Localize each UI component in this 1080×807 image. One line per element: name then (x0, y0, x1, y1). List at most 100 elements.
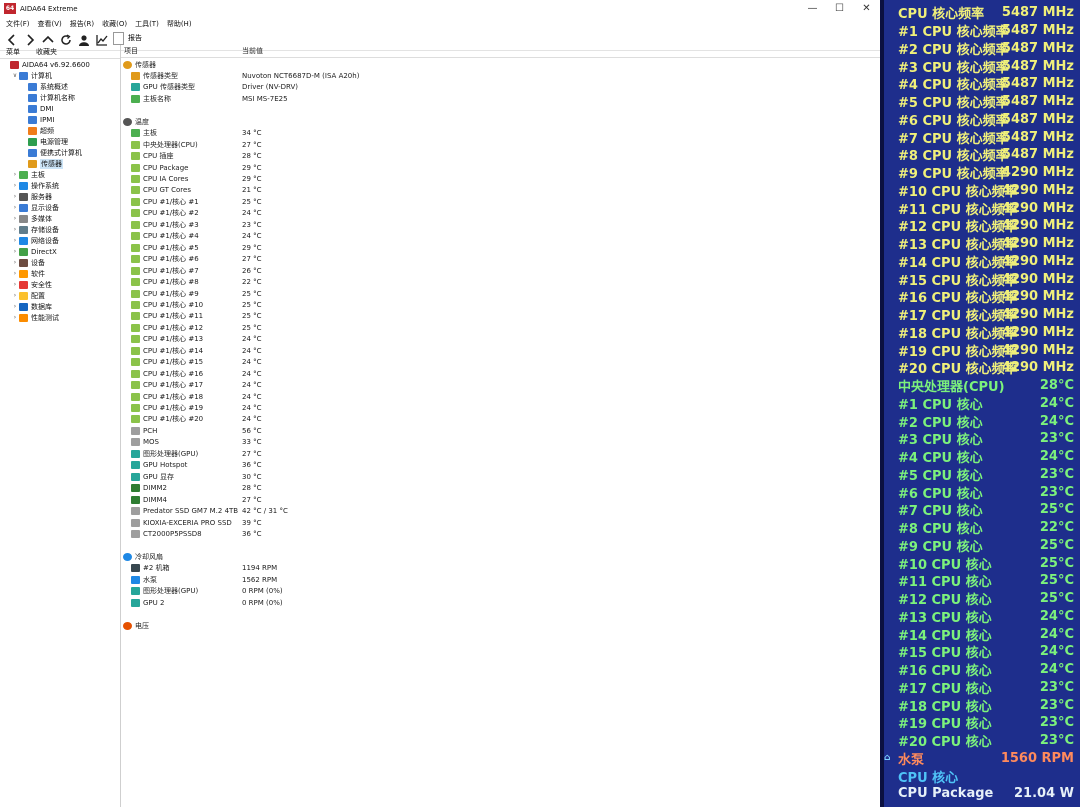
tree-item[interactable]: › 操作系统 (0, 180, 120, 191)
sensor-row[interactable]: CPU #1/核心 #19 24 °C (131, 403, 262, 414)
sensor-row[interactable]: GPU 显存 30 °C (131, 471, 262, 482)
sensor-row[interactable]: CT2000P5PSSD8 36 °C (131, 528, 262, 539)
chevron-right-icon[interactable]: › (11, 259, 19, 266)
sensor-value: 25 °C (242, 312, 262, 321)
tree-item[interactable]: IPMI (0, 114, 120, 125)
chevron-right-icon[interactable]: › (11, 314, 19, 321)
close-button[interactable]: ✕ (853, 0, 880, 17)
sensor-row[interactable]: DIMM2 28 °C (131, 483, 262, 494)
chevron-down-icon[interactable]: ∨ (11, 72, 19, 79)
sensor-row[interactable]: 传感器类型 Nuvoton NCT6687D-M (ISA A20h) (131, 70, 359, 81)
sensor-row[interactable]: CPU #1/核心 #16 24 °C (131, 368, 262, 379)
tree-item[interactable]: › 主板 (0, 169, 120, 180)
sensor-row[interactable]: CPU #1/核心 #1 25 °C (131, 196, 262, 207)
sensor-row[interactable]: DIMM4 27 °C (131, 494, 262, 505)
sensor-row[interactable]: 主板 34 °C (131, 128, 262, 139)
sensor-row[interactable]: #2 机箱 1194 RPM (131, 563, 277, 574)
sensor-row[interactable]: CPU #1/核心 #15 24 °C (131, 357, 262, 368)
maximize-button[interactable]: ☐ (826, 0, 853, 17)
sensor-row[interactable]: CPU #1/核心 #10 25 °C (131, 299, 262, 310)
sensor-row[interactable]: GPU 传感器类型 Driver (NV-DRV) (131, 82, 298, 93)
sensor-row[interactable]: MOS 33 °C (131, 437, 262, 448)
sensor-row[interactable]: CPU #1/核心 #13 24 °C (131, 334, 262, 345)
sensor-row[interactable]: 主板名称 MSI MS-7E25 (131, 93, 288, 104)
tree-item[interactable]: AIDA64 v6.92.6600 (0, 59, 120, 70)
sensor-row[interactable]: CPU #1/核心 #14 24 °C (131, 345, 262, 356)
column-current-value[interactable]: 当前值 (242, 46, 263, 56)
tree-item[interactable]: ∨ 计算机 (0, 70, 120, 81)
chevron-right-icon[interactable]: › (11, 182, 19, 189)
report-tab[interactable]: 报告 (113, 31, 142, 45)
chevron-right-icon[interactable]: › (11, 226, 19, 233)
tree-item[interactable]: › 安全性 (0, 279, 120, 290)
tree-item[interactable]: › 性能测试 (0, 312, 120, 323)
menu-item-4[interactable]: 工具(T) (135, 19, 159, 29)
sensor-row[interactable]: CPU #1/核心 #18 24 °C (131, 391, 262, 402)
menu-item-1[interactable]: 查看(V) (38, 19, 62, 29)
tree-item[interactable]: › 显示设备 (0, 202, 120, 213)
sensor-row[interactable]: CPU #1/核心 #3 23 °C (131, 219, 262, 230)
sensor-row[interactable]: CPU #1/核心 #5 29 °C (131, 242, 262, 253)
tab-menu[interactable]: 菜单 (6, 47, 20, 57)
tree-item[interactable]: › 网络设备 (0, 235, 120, 246)
sensor-row[interactable]: CPU GT Cores 21 °C (131, 185, 262, 196)
sensor-row[interactable]: CPU #1/核心 #4 24 °C (131, 231, 262, 242)
tree-item[interactable]: 计算机名称 (0, 92, 120, 103)
sensor-row[interactable]: CPU #1/核心 #17 24 °C (131, 380, 262, 391)
tree-item[interactable]: › 数据库 (0, 301, 120, 312)
sensor-row[interactable]: CPU #1/核心 #8 22 °C (131, 277, 262, 288)
sensor-row[interactable]: CPU #1/核心 #2 24 °C (131, 208, 262, 219)
sensor-row[interactable]: 图形处理器(GPU) 27 °C (131, 448, 262, 459)
menu-item-5[interactable]: 帮助(H) (167, 19, 192, 29)
sensor-row[interactable]: 中央处理器(CPU) 27 °C (131, 139, 262, 150)
chevron-right-icon[interactable]: › (11, 248, 19, 255)
tree-item[interactable]: › 软件 (0, 268, 120, 279)
chevron-right-icon[interactable]: › (11, 204, 19, 211)
menu-item-0[interactable]: 文件(F) (6, 19, 30, 29)
tree-item[interactable]: 超频 (0, 125, 120, 136)
chevron-right-icon[interactable]: › (11, 281, 19, 288)
chevron-right-icon[interactable]: › (11, 270, 19, 277)
sensor-row[interactable]: GPU Hotspot 36 °C (131, 460, 262, 471)
sensor-row[interactable]: 水泵 1562 RPM (131, 574, 277, 585)
chevron-right-icon[interactable]: › (11, 215, 19, 222)
sensor-row[interactable]: GPU 2 0 RPM (0%) (131, 597, 283, 608)
tree-item[interactable]: › 多媒体 (0, 213, 120, 224)
tree-item[interactable]: 便携式计算机 (0, 147, 120, 158)
sensor-row[interactable]: 图形处理器(GPU) 0 RPM (0%) (131, 586, 283, 597)
tree-item[interactable]: 电源管理 (0, 136, 120, 147)
sensor-row[interactable]: Predator SSD GM7 M.2 4TB 42 °C / 31 °C (131, 506, 288, 517)
sensor-row[interactable]: KIOXIA-EXCERIA PRO SSD 39 °C (131, 517, 262, 528)
sensor-row[interactable]: CPU #1/核心 #12 25 °C (131, 322, 262, 333)
chevron-right-icon[interactable]: › (11, 292, 19, 299)
sensor-row[interactable]: PCH 56 °C (131, 425, 262, 436)
tab-favorites[interactable]: 收藏夹 (36, 47, 57, 57)
chevron-right-icon[interactable]: › (11, 303, 19, 310)
menu-item-2[interactable]: 报告(R) (70, 19, 94, 29)
chevron-right-icon[interactable]: › (11, 193, 19, 200)
tree-item[interactable]: DMI (0, 103, 120, 114)
tree-item[interactable]: › 设备 (0, 257, 120, 268)
minimize-button[interactable]: — (799, 0, 826, 17)
sensor-row[interactable]: CPU #1/核心 #6 27 °C (131, 254, 262, 265)
chevron-right-icon[interactable]: › (11, 171, 19, 178)
osd-value: 28°C (1039, 378, 1074, 394)
tree-item[interactable]: 传感器 (0, 158, 120, 169)
tree-item[interactable]: › 存储设备 (0, 224, 120, 235)
tree-item[interactable]: › DirectX (0, 246, 120, 257)
sensor-row[interactable]: CPU IA Cores 29 °C (131, 174, 262, 185)
tree-item[interactable]: › 配置 (0, 290, 120, 301)
tree-item[interactable]: › 服务器 (0, 191, 120, 202)
sensor-row[interactable]: CPU #1/核心 #20 24 °C (131, 414, 262, 425)
tree-item[interactable]: 系统概述 (0, 81, 120, 92)
sensor-row[interactable]: CPU 插座 28 °C (131, 151, 262, 162)
sensor-row[interactable]: CPU #1/核心 #9 25 °C (131, 288, 262, 299)
column-item[interactable]: 项目 (124, 46, 138, 56)
sensor-row[interactable]: CPU #1/核心 #11 25 °C (131, 311, 262, 322)
tree-item-label: 配置 (31, 291, 45, 300)
sensor-row[interactable]: CPU #1/核心 #7 26 °C (131, 265, 262, 276)
chevron-right-icon[interactable]: › (11, 237, 19, 244)
sensor-row[interactable]: CPU Package 29 °C (131, 162, 262, 173)
menu-item-3[interactable]: 收藏(O) (102, 19, 127, 29)
tree-item-label: 性能测试 (31, 313, 59, 322)
